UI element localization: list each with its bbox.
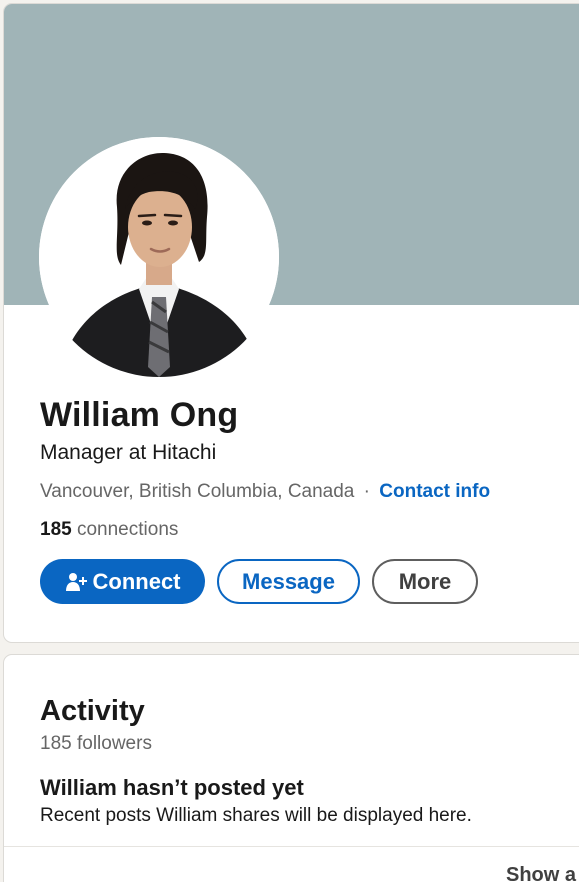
- add-person-icon: [65, 571, 87, 593]
- connect-button[interactable]: Connect: [40, 559, 205, 604]
- message-button[interactable]: Message: [217, 559, 360, 604]
- activity-empty-description: Recent posts William shares will be disp…: [40, 805, 472, 826]
- message-button-label: Message: [242, 568, 335, 594]
- more-button[interactable]: More: [372, 559, 478, 604]
- profile-connections[interactable]: 185 connections: [40, 519, 178, 541]
- activity-divider: [4, 846, 579, 847]
- profile-location: Vancouver, British Columbia, Canada: [40, 481, 355, 502]
- followers-count[interactable]: 185 followers: [40, 733, 152, 755]
- profile-avatar[interactable]: [39, 137, 279, 377]
- contact-info-link[interactable]: Contact info: [379, 481, 490, 502]
- profile-name: William Ong: [40, 396, 239, 434]
- profile-page: William Ong Manager at Hitachi Vancouver…: [0, 0, 579, 882]
- connections-count: 185: [40, 519, 72, 540]
- profile-card: William Ong Manager at Hitachi Vancouver…: [3, 3, 579, 643]
- activity-card: Activity 185 followers William hasn’t po…: [3, 654, 579, 882]
- avatar-portrait: [39, 137, 279, 377]
- profile-headline: Manager at Hitachi: [40, 441, 217, 464]
- connect-button-label: Connect: [92, 568, 181, 594]
- profile-location-row: Vancouver, British Columbia, Canada · Co…: [40, 481, 490, 503]
- location-separator: ·: [363, 481, 370, 502]
- activity-empty-title: William hasn’t posted yet: [40, 775, 304, 800]
- show-all-activity-link[interactable]: Show a: [506, 864, 576, 882]
- activity-title: Activity: [40, 695, 145, 727]
- connections-label: connections: [76, 519, 179, 540]
- more-button-label: More: [398, 568, 452, 594]
